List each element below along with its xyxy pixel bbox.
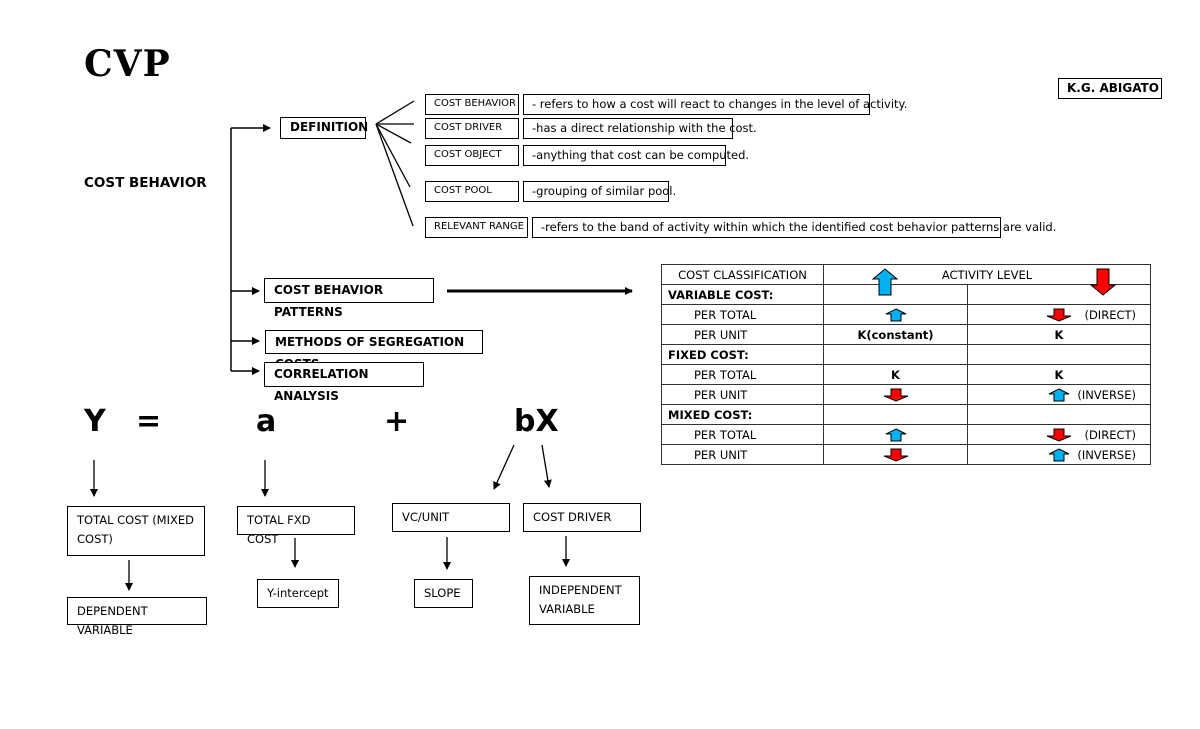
decrease-cell: K [967, 364, 1151, 385]
equation-bx: bX [514, 404, 559, 439]
row-label: PER UNIT [661, 324, 824, 345]
def-desc-cost-behavior: - refers to how a cost will react to cha… [523, 94, 907, 115]
increase-cell: K(constant) [823, 324, 968, 345]
definition-box: DEFINITION [280, 117, 368, 139]
row-label: PER TOTAL [661, 424, 824, 445]
slope-box: SLOPE [414, 579, 473, 608]
up-arrow-icon [885, 428, 906, 442]
vc-unit-box: VC/UNIT [392, 503, 510, 532]
page-title: CVP [84, 43, 171, 85]
equation-plus: + [384, 404, 410, 439]
arrow-bx-to-vc [493, 444, 515, 490]
relationship-note: (DIRECT) [1084, 428, 1136, 442]
relationship-note: (INVERSE) [1077, 388, 1136, 402]
decrease-cell [967, 404, 1151, 425]
def-term-relevant-range: RELEVANT RANGE [425, 217, 528, 238]
group-label: MIXED COST: [661, 404, 824, 425]
definition-fan-lines [375, 100, 415, 227]
methods-segregation-box: METHODS OF SEGREGATION COSTS [265, 330, 483, 371]
def-term-cost-driver: COST DRIVER [425, 118, 519, 139]
group-label: FIXED COST: [661, 344, 824, 365]
up-arrow-icon [872, 268, 898, 296]
def-desc-cost-object: -anything that cost can be computed. [523, 145, 749, 166]
def-desc-relevant-range: -refers to the band of activity within w… [532, 217, 1056, 238]
total-cost-box: TOTAL COST (MIXED COST) [67, 506, 205, 556]
def-term-cost-pool: COST POOL [425, 181, 519, 202]
row-label: PER UNIT [661, 384, 824, 405]
decrease-cell: (DIRECT) [967, 304, 1151, 325]
relationship-note: (INVERSE) [1077, 448, 1136, 462]
cost-classification-table: COST CLASSIFICATION ACTIVITY LEVEL VARIA… [661, 264, 1151, 465]
down-arrow-icon [883, 448, 908, 462]
up-arrow-icon [885, 308, 906, 322]
decrease-cell: (INVERSE) [967, 384, 1151, 405]
increase-cell [823, 384, 968, 405]
header-cost-classification: COST CLASSIFICATION [661, 264, 824, 285]
table-row: PER UNIT K(constant) K [661, 324, 1151, 345]
constant-value: K [1054, 367, 1064, 382]
correlation-analysis-box: CORRELATION ANALYSIS [264, 362, 424, 403]
def-desc-cost-driver: -has a direct relationship with the cost… [523, 118, 757, 139]
table-group-row: FIXED COST: [661, 344, 1151, 365]
table-group-row: VARIABLE COST: [661, 284, 1151, 305]
increase-cell [823, 404, 968, 425]
table-row: PER TOTAL (DIRECT) [661, 304, 1151, 325]
constant-value: K(constant) [857, 327, 934, 342]
group-label: VARIABLE COST: [661, 284, 824, 305]
up-arrow-icon [1048, 448, 1070, 462]
arrow-bx-to-driver [541, 444, 552, 488]
equation-a: a [256, 404, 277, 439]
up-arrow-icon [1048, 388, 1070, 402]
independent-variable-box: INDEPENDENT VARIABLE [529, 576, 640, 625]
increase-cell [823, 304, 968, 325]
def-term-cost-behavior: COST BEHAVIOR [425, 94, 519, 115]
cost-driver-box: COST DRIVER [523, 503, 641, 532]
table-row: PER TOTAL (DIRECT) [661, 424, 1151, 445]
constant-value: K [1054, 327, 1064, 342]
increase-cell [823, 444, 968, 465]
author-box: K.G. ABIGATO [1058, 78, 1162, 99]
constant-value: K [891, 367, 900, 382]
y-intercept-box: Y-intercept [257, 579, 339, 608]
increase-cell [823, 344, 968, 365]
row-label: PER UNIT [661, 444, 824, 465]
row-label: PER TOTAL [661, 364, 824, 385]
equation-y: Y [84, 404, 106, 439]
increase-cell [823, 424, 968, 445]
increase-cell: K [823, 364, 968, 385]
table-header-row: COST CLASSIFICATION ACTIVITY LEVEL [661, 264, 1151, 296]
decrease-cell: (DIRECT) [967, 424, 1151, 445]
total-fxd-cost-box: TOTAL FXD COST [237, 506, 355, 546]
cost-behavior-patterns-box: COST BEHAVIOR PATTERNS [264, 278, 434, 319]
root-label: COST BEHAVIOR [84, 175, 207, 191]
row-label: PER TOTAL [661, 304, 824, 325]
table-row: PER TOTAL K K [661, 364, 1151, 385]
relationship-note: (DIRECT) [1084, 308, 1136, 322]
table-row: PER UNIT (INVERSE) [661, 444, 1151, 465]
decrease-cell [967, 344, 1151, 365]
down-arrow-icon [1046, 308, 1072, 322]
def-desc-cost-pool: -grouping of similar pool. [523, 181, 676, 202]
table-group-row: MIXED COST: [661, 404, 1151, 425]
header-activity-level: ACTIVITY LEVEL [823, 264, 1151, 296]
def-term-cost-object: COST OBJECT [425, 145, 519, 166]
decrease-cell: K [967, 324, 1151, 345]
dependent-variable-box: DEPENDENT VARIABLE [67, 597, 207, 637]
decrease-cell [967, 284, 1151, 305]
down-arrow-icon [883, 388, 908, 402]
equation-equals: = [136, 404, 162, 439]
table-row: PER UNIT (INVERSE) [661, 384, 1151, 405]
decrease-cell: (INVERSE) [967, 444, 1151, 465]
activity-level-label: ACTIVITY LEVEL [941, 267, 1033, 282]
down-arrow-icon [1046, 428, 1072, 442]
